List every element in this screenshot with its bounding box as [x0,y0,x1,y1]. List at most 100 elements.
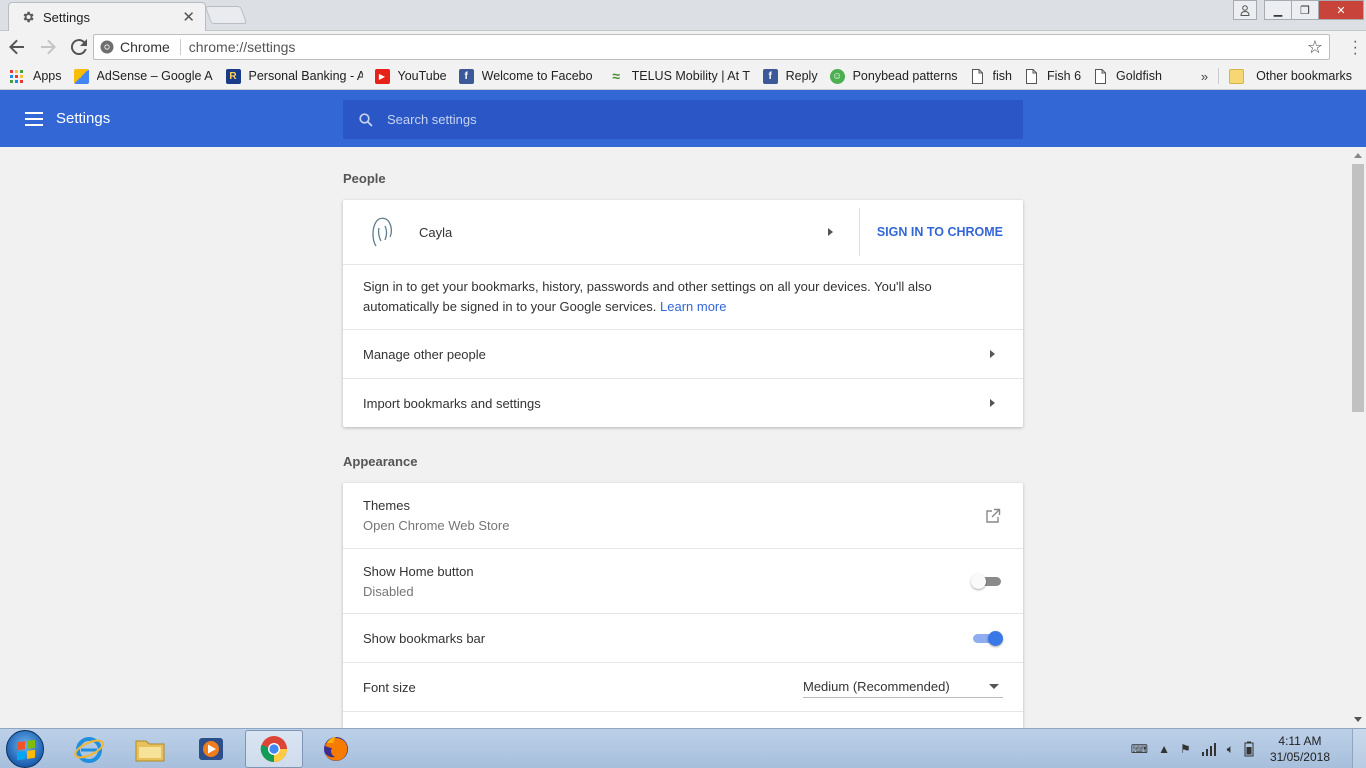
next-setting-row[interactable] [343,711,1023,728]
omnibox-url[interactable]: chrome://settings [189,39,1307,55]
windows-logo-icon [17,739,35,761]
tab-settings[interactable]: Settings ✕ [8,2,206,31]
folder-icon [135,740,165,762]
bookmark-label: Apps [33,69,62,83]
search-input[interactable] [387,112,987,127]
page-icon [1095,68,1107,84]
bookmark-label: Reply [785,69,818,83]
address-bar[interactable]: Chrome chrome://settings ☆ [93,34,1330,60]
new-tab-button[interactable] [204,6,248,24]
bookmark-adsense[interactable]: AdSense – Google A [73,68,214,84]
system-tray: ⌨ ▲ ⚑ 🔈︎ 4:11 AM 31/05/2018 [1131,729,1366,768]
minimize-button[interactable]: ▁ [1264,0,1292,20]
network-signal-icon[interactable] [1201,742,1217,756]
chrome-menu-icon[interactable]: · · · [1353,34,1358,62]
back-button[interactable] [3,33,31,61]
external-link-icon[interactable] [985,508,1001,524]
profile-arrow-icon[interactable] [828,228,833,236]
profile-divider [859,208,860,256]
apps-grid-icon [10,69,23,83]
bookmarks-separator [1218,68,1220,84]
bank-icon: R [225,68,241,84]
internet-explorer-icon [74,737,104,763]
import-bookmarks-row[interactable]: Import bookmarks and settings [343,378,1023,427]
window-close-button[interactable]: ✕ [1318,0,1364,20]
bookmark-facebook[interactable]: f Welcome to Facebo [458,68,597,84]
reload-button[interactable] [65,33,93,61]
show-hidden-icons-icon[interactable]: ▲ [1158,742,1170,756]
firefox-icon [324,737,348,761]
forward-button[interactable] [34,33,62,61]
keyboard-icon[interactable]: ⌨ [1131,742,1148,756]
battery-icon[interactable] [1244,741,1254,757]
forward-arrow-icon [41,39,56,55]
tab-close-icon[interactable]: ✕ [182,8,195,26]
home-button-toggle[interactable] [971,571,1003,591]
media-player-taskbar-button[interactable] [182,730,240,768]
bookmark-personal-banking[interactable]: R Personal Banking - A [225,68,363,84]
chrome-page-icon [100,40,114,54]
bookmark-telus[interactable]: ≈ TELUS Mobility | At T [609,69,751,84]
scroll-up-arrow-icon[interactable] [1354,153,1362,158]
bookmark-label: Personal Banking - A [248,69,363,83]
hamburger-menu-icon[interactable] [25,112,43,126]
action-center-flag-icon[interactable]: ⚑ [1180,742,1191,756]
reload-icon [71,39,87,55]
font-size-select[interactable]: Medium (Recommended) [803,676,1003,698]
file-explorer-taskbar-button[interactable] [121,730,179,768]
home-button-row[interactable]: Show Home button Disabled [343,548,1023,613]
dropdown-arrow-icon [989,684,999,689]
people-card: Cayla SIGN IN TO CHROME Sign in to get y… [343,200,1023,427]
bookmark-fish[interactable]: fish [970,68,1012,84]
title-bar: Settings ✕ ▁ ❐ ✕ [0,0,1366,31]
manage-other-people-row[interactable]: Manage other people [343,329,1023,378]
bookmark-reply[interactable]: f Reply [762,68,818,84]
internet-explorer-taskbar-button[interactable] [60,730,118,768]
font-size-row[interactable]: Font size Medium (Recommended) [343,662,1023,711]
chrome-icon [260,736,288,763]
page-icon [971,68,983,84]
font-size-value: Medium (Recommended) [803,679,950,694]
volume-icon[interactable]: 🔈︎ [1227,742,1234,757]
bookmark-apps[interactable]: Apps [10,69,62,83]
bookmarks-bar-row[interactable]: Show bookmarks bar [343,613,1023,662]
search-settings-box[interactable] [343,100,1023,139]
user-profile-icon[interactable] [1233,0,1257,20]
search-icon [359,112,373,127]
browser-toolbar: Chrome chrome://settings ☆ · · · [0,31,1366,63]
people-section-title: People [343,171,386,186]
back-arrow-icon [9,39,24,55]
start-button[interactable] [6,730,44,768]
bookmarks-bar-toggle[interactable] [971,628,1003,648]
system-clock[interactable]: 4:11 AM 31/05/2018 [1270,733,1330,765]
restore-button[interactable]: ❐ [1291,0,1319,20]
scroll-down-arrow-icon[interactable] [1354,717,1362,722]
windows-taskbar: ⌨ ▲ ⚑ 🔈︎ 4:11 AM 31/05/2018 [0,728,1366,768]
bookmark-goldfish[interactable]: Goldfish [1093,68,1162,84]
bookmarks-bar-label: Show bookmarks bar [363,630,486,646]
telus-icon: ≈ [612,68,620,84]
bookmark-star-icon[interactable]: ☆ [1307,37,1323,58]
profile-row[interactable]: Cayla SIGN IN TO CHROME [343,200,1023,264]
bookmark-label: Ponybead patterns [852,69,958,83]
themes-sublabel: Open Chrome Web Store [363,518,510,533]
bookmark-ponybead[interactable]: ☺ Ponybead patterns [829,68,958,84]
themes-label: Themes [363,498,410,513]
clock-time: 4:11 AM [1278,734,1322,748]
learn-more-link[interactable]: Learn more [660,299,726,314]
chrome-taskbar-button[interactable] [245,730,303,768]
vertical-scrollbar[interactable] [1350,147,1366,728]
bookmark-fish-6[interactable]: Fish 6 [1024,68,1081,84]
other-bookmarks[interactable]: Other bookmarks [1229,68,1352,84]
firefox-taskbar-button[interactable] [307,730,365,768]
page-title: Settings [56,110,111,127]
bookmarks-overflow-button[interactable]: » [1201,69,1208,84]
scrollbar-thumb[interactable] [1352,164,1364,412]
facebook-icon: f [762,68,778,84]
themes-row[interactable]: Themes Open Chrome Web Store [343,483,1023,548]
show-desktop-button[interactable] [1352,729,1366,768]
bookmark-youtube[interactable]: ▶ YouTube [374,68,447,84]
bookmark-label: TELUS Mobility | At T [631,69,750,83]
chevron-right-icon [990,350,995,358]
sign-in-button[interactable]: SIGN IN TO CHROME [877,225,1003,239]
